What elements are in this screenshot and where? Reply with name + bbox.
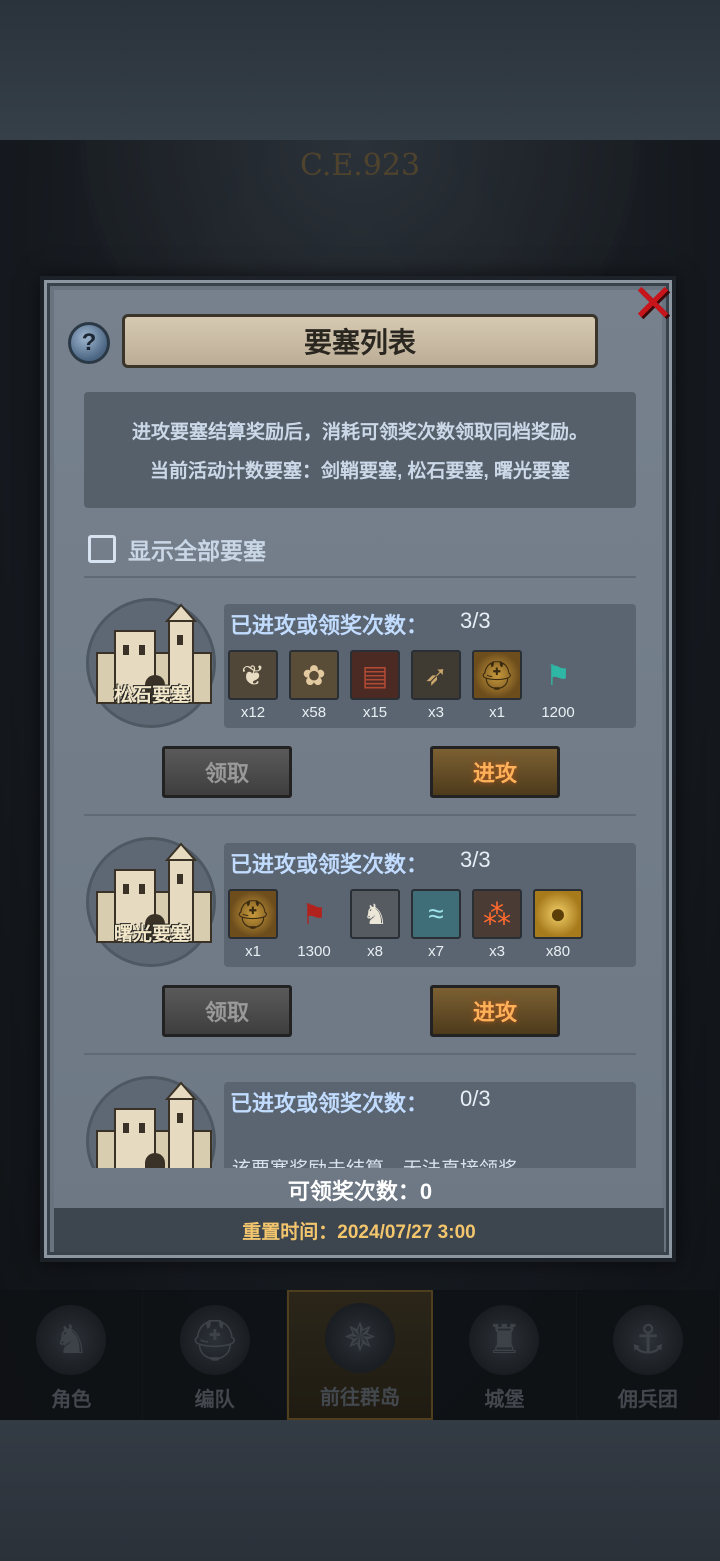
description-box: 进攻要塞结算奖励后，消耗可领奖次数领取同档奖励。 当前活动计数要塞：剑鞘要塞, … [84,392,636,508]
fur-icon: ❦ [228,650,278,700]
divider [84,1053,636,1055]
top-background [0,0,720,140]
modal-title: 要塞列表 [122,314,598,368]
reward-item[interactable]: ♞ x8 [350,889,400,960]
close-icon[interactable]: ✕ [628,278,678,330]
attack-count-value: 0/3 [460,1086,491,1111]
unsettled-note: 该要塞奖励未结算，无法直接领奖。 [232,1154,536,1168]
divider [84,814,636,816]
description-line: 进攻要塞结算奖励后，消耗可领奖次数领取同档奖励。 [131,422,588,443]
helmet-token-icon: ⛑ [228,889,278,939]
reward-item[interactable]: ❦ x12 [228,650,278,721]
attack-count-value: 3/3 [460,608,491,633]
fortress-emblem [86,1076,216,1168]
reward-item[interactable]: ⁂ x3 [472,889,522,960]
attack-button[interactable]: 进攻 [430,985,560,1037]
cloth-icon: ≈ [411,889,461,939]
reward-item[interactable]: ▤ x15 [350,650,400,721]
reward-qty: x8 [367,943,383,960]
reward-item[interactable]: ⚑ 1300 [289,889,339,961]
fortress-emblem [86,598,216,728]
fortress-emblem [86,837,216,967]
reward-qty: x7 [428,943,444,960]
fortress-name: 曙光要塞 [113,924,190,945]
fortress-card: 松石要塞 已进攻或领奖次数： 3/3 ❦ x12 ✿ x58 ▤ x15 ➶ x… [56,580,664,818]
gold-coin-icon: ● [533,889,583,939]
reward-item[interactable]: ● x80 [533,889,583,960]
reward-item[interactable]: ⛑ x1 [228,889,278,960]
attack-count-value: 3/3 [460,847,491,872]
show-all-checkbox[interactable] [88,535,116,563]
horn-icon: ➶ [411,650,461,700]
show-all-toggle[interactable]: 显示全部要塞 [88,532,266,566]
reward-qty: 1300 [297,943,331,960]
description-line: 当前活动计数要塞：剑鞘要塞, 松石要塞, 曙光要塞 [149,461,571,482]
attack-count-label: 已进攻或领奖次数： [230,852,429,877]
reward-qty: 1200 [541,704,575,721]
attack-count-label: 已进攻或领奖次数： [230,613,429,638]
reward-item[interactable]: ✿ x58 [289,650,339,721]
attack-button[interactable]: 进攻 [430,746,560,798]
claimable-count: 可领奖次数：0 [287,1179,433,1204]
reward-item[interactable]: ⛑ x1 [472,650,522,721]
hide-icon: ✿ [289,650,339,700]
red-banner-icon: ⚑ [301,898,327,930]
reward-qty: x1 [245,943,261,960]
reward-qty: x12 [240,704,266,721]
reward-items: ⛑ x1 ⚑ 1300 ♞ x8 ≈ x7 ⁂ x3 ● x80 [228,889,583,960]
claim-button[interactable]: 领取 [162,985,292,1037]
castle-icon [96,1081,212,1168]
helmet-token-icon: ⛑ [472,650,522,700]
banner-icon: ⚑ [545,659,571,691]
reward-item[interactable]: ≈ x7 [411,889,461,960]
fortress-list[interactable]: 松石要塞 已进攻或领奖次数： 3/3 ❦ x12 ✿ x58 ▤ x15 ➶ x… [56,580,664,1168]
reward-panel: 已进攻或领奖次数： 3/3 ⛑ x1 ⚑ 1300 ♞ x8 ≈ x7 ⁂ x3… [224,843,636,967]
reward-qty: x80 [545,943,571,960]
reward-items: ❦ x12 ✿ x58 ▤ x15 ➶ x3 ⛑ x1 ⚑ 1200 [228,650,583,721]
reward-qty: x3 [428,704,444,721]
horse-icon: ♞ [350,889,400,939]
reward-qty: x3 [489,943,505,960]
show-all-label: 显示全部要塞 [128,538,266,564]
fortress-card: 已进攻或领奖次数： 0/3 该要塞奖励未结算，无法直接领奖。 [56,1058,664,1168]
bottom-background [0,1420,720,1561]
reward-panel: 已进攻或领奖次数： 0/3 该要塞奖励未结算，无法直接领奖。 [224,1082,636,1168]
reward-qty: x1 [489,704,505,721]
reward-qty: x15 [362,704,388,721]
fortress-name: 松石要塞 [113,685,190,706]
divider [84,576,636,578]
reward-panel: 已进攻或领奖次数： 3/3 ❦ x12 ✿ x58 ▤ x15 ➶ x3 ⛑ x… [224,604,636,728]
reward-item[interactable]: ⚑ 1200 [533,650,583,722]
fortress-card: 曙光要塞 已进攻或领奖次数： 3/3 ⛑ x1 ⚑ 1300 ♞ x8 ≈ x7… [56,819,664,1057]
reward-qty: x58 [301,704,327,721]
reward-item[interactable]: ➶ x3 [411,650,461,721]
roe-icon: ⁂ [472,889,522,939]
wood-icon: ▤ [350,650,400,700]
help-icon[interactable]: ? [68,322,110,364]
attack-count-label: 已进攻或领奖次数： [230,1091,429,1116]
claim-button[interactable]: 领取 [162,746,292,798]
reset-time: 重置时间：2024/07/27 3:00 [54,1208,664,1252]
